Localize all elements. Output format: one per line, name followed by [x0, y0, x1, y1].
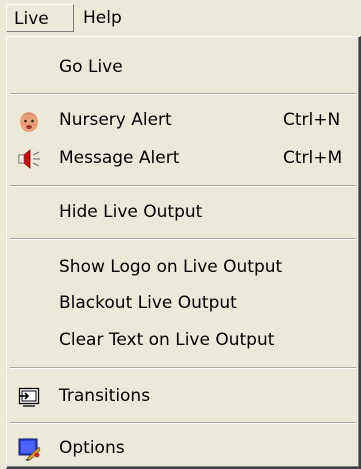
menu-separator [10, 185, 356, 187]
menu-item-blackout[interactable]: Blackout Live Output [7, 283, 356, 323]
menu-separator [10, 367, 356, 369]
speaker-icon [18, 149, 40, 169]
menu-item-go-live[interactable]: Go Live [7, 47, 356, 87]
menu-bar: Live Help [0, 0, 361, 36]
menu-item-hide-live-output[interactable]: Hide Live Output [7, 192, 356, 232]
baby-face-icon [20, 112, 38, 132]
menu-help[interactable]: Help [76, 4, 136, 32]
menu-item-clear-text[interactable]: Clear Text on Live Output [7, 320, 356, 360]
menu-item-label: Clear Text on Live Output [59, 330, 275, 350]
menu-item-show-logo[interactable]: Show Logo on Live Output [7, 247, 356, 287]
menu-live-label: Live [14, 9, 49, 29]
menu-item-options[interactable]: Options [7, 428, 356, 468]
menu-item-label: Show Logo on Live Output [59, 257, 283, 277]
menu-live[interactable]: Live [6, 4, 74, 32]
transitions-icon [18, 387, 40, 407]
menu-item-nursery-alert[interactable]: Nursery Alert Ctrl+N [7, 100, 356, 140]
menu-separator [10, 422, 356, 424]
menu-item-label: Message Alert [59, 148, 180, 168]
live-dropdown-menu: Go Live Nursery Alert Ctrl+N Message Ale… [6, 36, 361, 469]
menu-item-label: Nursery Alert [59, 110, 172, 130]
menu-item-label: Transitions [59, 386, 151, 406]
menu-item-message-alert[interactable]: Message Alert Ctrl+M [7, 138, 356, 178]
menu-item-label: Go Live [59, 57, 123, 77]
options-icon [18, 438, 41, 461]
menu-item-label: Options [59, 438, 125, 458]
menu-separator [10, 238, 356, 240]
menu-help-label: Help [83, 8, 122, 28]
menu-item-label: Hide Live Output [59, 202, 203, 222]
menu-item-label: Blackout Live Output [59, 293, 237, 313]
menu-separator [10, 93, 356, 95]
menu-item-transitions[interactable]: Transitions [7, 376, 356, 416]
menu-item-shortcut: Ctrl+M [283, 148, 343, 168]
menu-item-shortcut: Ctrl+N [283, 110, 341, 130]
app-window: Live Help Go Live Nursery Alert Ctrl+N M… [0, 0, 361, 469]
